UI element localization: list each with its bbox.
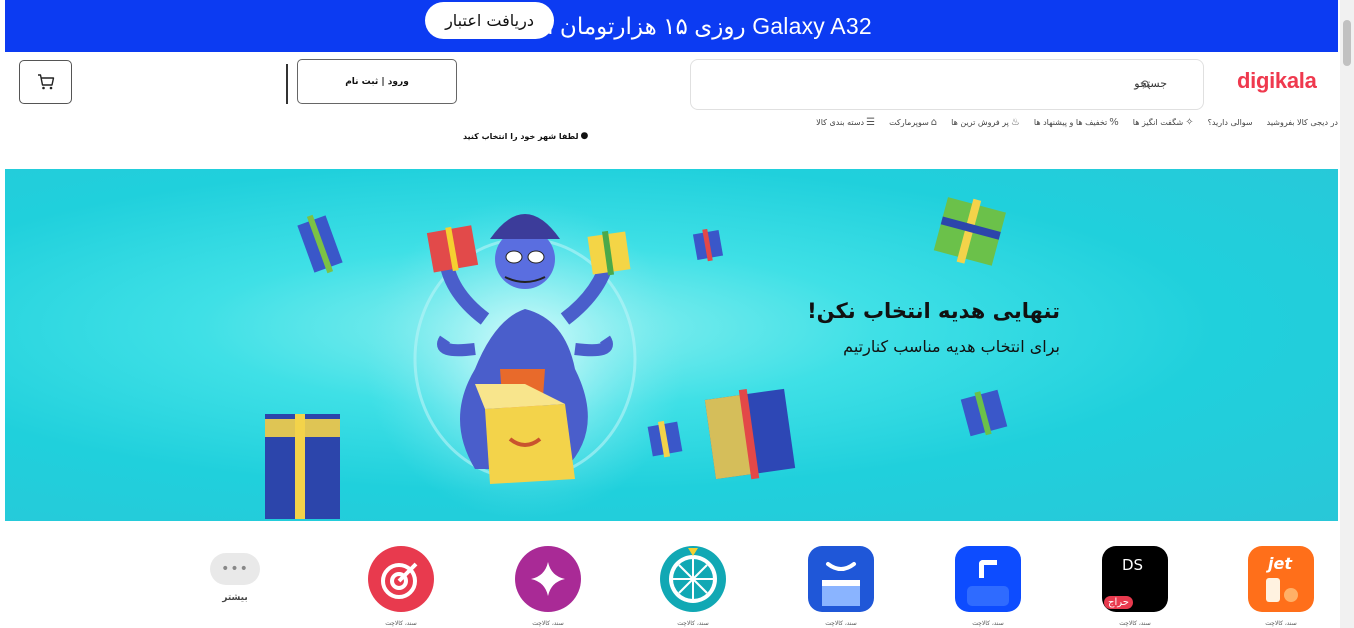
service-ds[interactable]: DS حراج [1102, 546, 1168, 612]
fire-icon: ♨ [1010, 117, 1020, 128]
nav-item-bestsellers[interactable]: ♨ پر فروش ترین ها [951, 117, 1020, 128]
search-input[interactable]: جستجو [690, 59, 1204, 110]
shop-icon: ⌂ [930, 117, 938, 128]
more-label: بیشتر [222, 593, 248, 603]
nav-item-label: شگفت انگیز ها [1132, 118, 1184, 127]
nav-item-label: تخفیف ها و پیشنهاد ها [1033, 118, 1108, 127]
nav-item-label: سوالی دارید؟ [1207, 118, 1253, 127]
promo-banner[interactable]: Galaxy A32 روزی ۱۵ هزارتومان اقساطی [5, 0, 1338, 52]
sale-badge: حراج [1104, 596, 1133, 609]
login-button[interactable]: ورود | ثبت نام [297, 59, 457, 104]
location-icon: ● [580, 131, 589, 141]
hero-illustration [265, 197, 1008, 519]
service-digipay[interactable] [955, 546, 1021, 612]
city-prompt: لطفا شهر خود را انتخاب کنید [463, 131, 579, 141]
city-selector[interactable]: ● لطفا شهر خود را انتخاب کنید [463, 131, 588, 141]
service-label: سند، کالاچت [972, 620, 1004, 627]
menu-icon: ☰ [866, 117, 876, 128]
shop-smile-icon [822, 562, 860, 606]
nav-item-offers[interactable]: % تخفیف ها و پیشنهاد ها [1034, 117, 1119, 128]
service-mission[interactable] [368, 546, 434, 612]
gift-1 [426, 225, 479, 273]
page: Galaxy A32 روزی ۱۵ هزارتومان اقساطی دریا… [0, 0, 1354, 628]
percent-icon: % [1109, 117, 1119, 128]
nav-item-sell[interactable]: در دیجی کالا بفروشید [1267, 117, 1338, 128]
target-icon [381, 562, 418, 599]
main-nav: ☰ دسته بندی کالا ⌂ سوپرمارکت ♨ پر فروش ت… [816, 117, 1338, 128]
service-wheel[interactable] [660, 546, 726, 612]
nav-item-label: در دیجی کالا بفروشید [1266, 118, 1338, 127]
more-dots-icon: ••• [221, 561, 249, 577]
nav-item-faq[interactable]: سوالی دارید؟ [1208, 117, 1253, 128]
nav-item-label: پر فروش ترین ها [951, 118, 1009, 127]
scrollbar-thumb[interactable] [1343, 20, 1351, 66]
service-label: سند، کالاچت [677, 620, 709, 627]
amazing-icon: ✧ [1185, 117, 1194, 128]
service-label: سند، کالاچت [385, 620, 417, 627]
nav-item-amazing[interactable]: ✧ شگفت انگیز ها [1133, 117, 1194, 128]
service-digiplus[interactable] [808, 546, 874, 612]
vertical-scrollbar[interactable] [1340, 0, 1354, 628]
wheel-icon [669, 548, 717, 603]
service-jet[interactable]: jet [1248, 546, 1314, 612]
service-label: سند، کالاچت [1265, 620, 1297, 627]
digipay-icon [979, 560, 997, 578]
service-label: سند، کالاچت [532, 620, 564, 627]
nav-item-categories[interactable]: ☰ دسته بندی کالا [816, 117, 875, 128]
logo[interactable]: digikala [1237, 68, 1317, 94]
hero-subtitle: برای انتخاب هدیه مناسب کنارتیم [843, 337, 1060, 356]
service-label: سند، کالاچت [1119, 620, 1151, 627]
service-club[interactable] [515, 546, 581, 612]
nav-item-supermarket[interactable]: ⌂ سوپرمارکت [889, 117, 937, 128]
nav-item-label: دسته بندی کالا [816, 118, 865, 127]
cart-icon [37, 74, 54, 90]
get-credit-button[interactable]: دریافت اعتبار [425, 2, 554, 39]
ds-logo: DS [1122, 556, 1144, 574]
sparkle-icon [531, 562, 565, 596]
search-icon [1141, 80, 1151, 90]
jet-logo: jet [1268, 554, 1292, 573]
service-label: سند، کالاچت [825, 620, 857, 627]
nav-item-label: سوپرمارکت [889, 118, 929, 127]
hero-title: تنهایی هدیه انتخاب نکن! [807, 299, 1060, 323]
cart-button[interactable] [19, 60, 72, 104]
more-button[interactable]: ••• [210, 553, 260, 585]
hero-banner[interactable]: تنهایی هدیه انتخاب نکن! برای انتخاب هدیه… [5, 169, 1338, 521]
header-divider [286, 64, 288, 104]
